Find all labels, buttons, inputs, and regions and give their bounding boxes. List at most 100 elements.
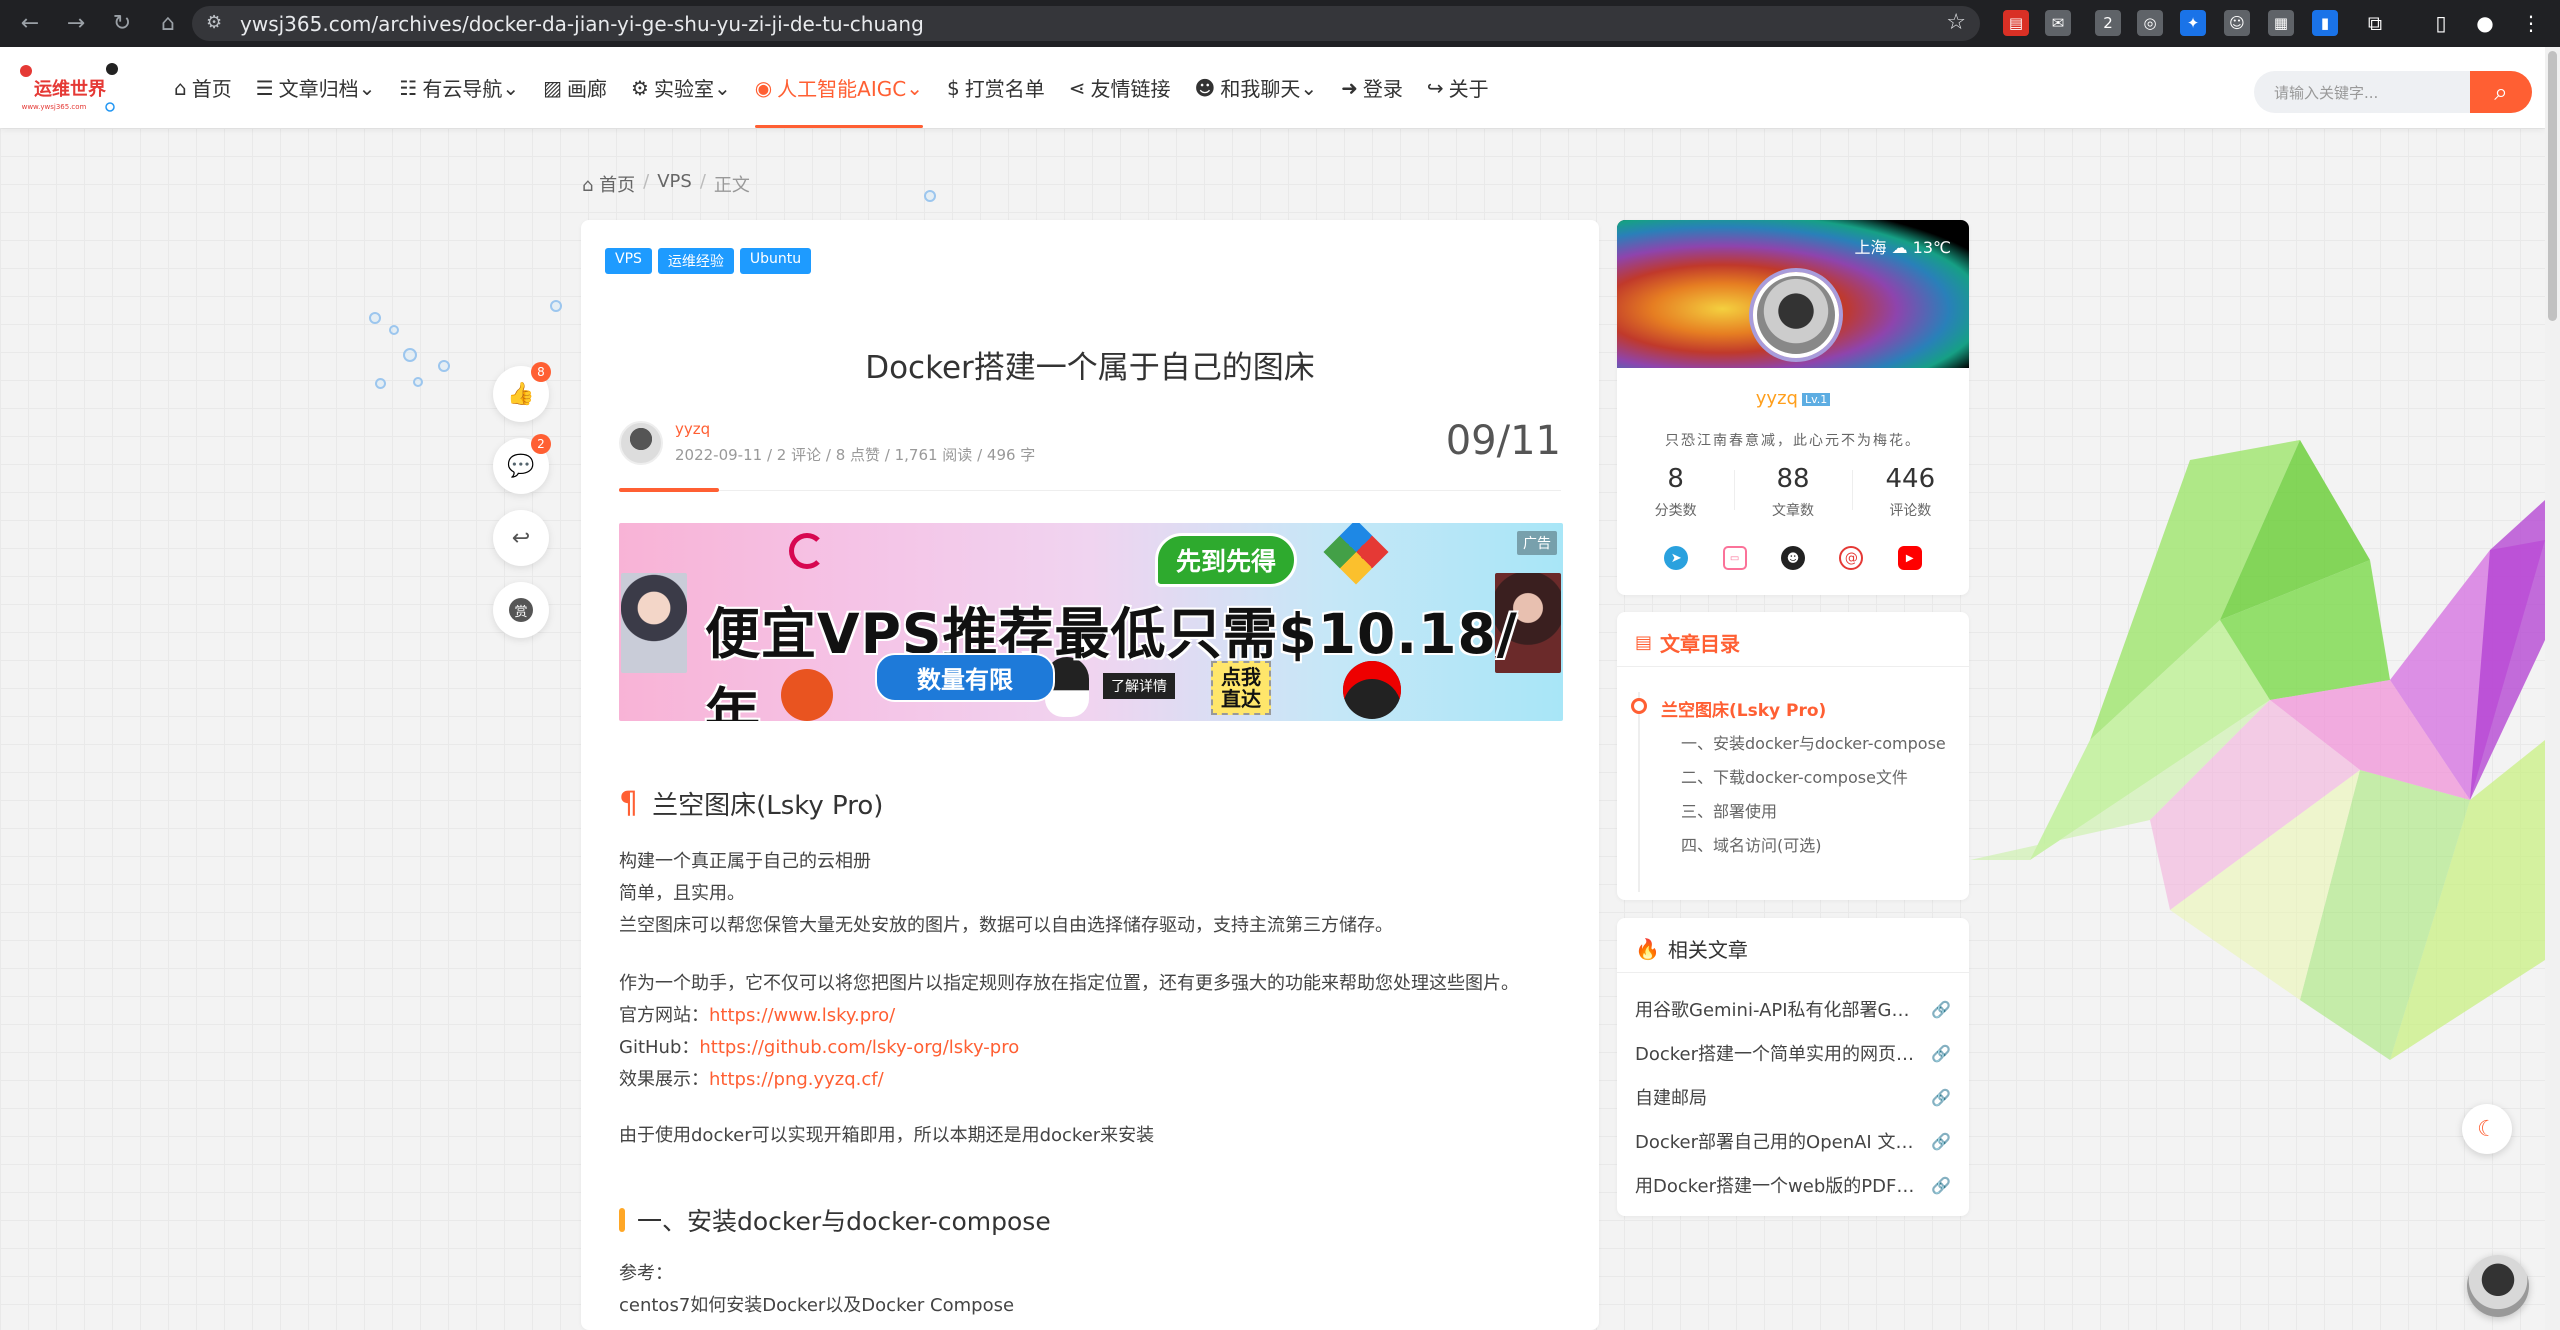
nav-archive[interactable]: ☰ 文章归档 ⌄: [244, 47, 388, 128]
publish-date-large: 09/11: [1445, 418, 1561, 464]
share-button[interactable]: ↩: [493, 510, 549, 566]
site-navbar: 运维世界 www.ywsj365.com ⌂ 首页 ☰ 文章归档 ⌄ ☷ 有云导航 ⌄ ▨…: [0, 47, 2545, 128]
divider: [619, 488, 1561, 492]
avatar[interactable]: [1753, 272, 1839, 358]
page-scrollbar[interactable]: [2545, 47, 2560, 1330]
banner-click-button[interactable]: 点我 直达: [1211, 661, 1271, 715]
like-count-badge: 8: [531, 362, 551, 382]
stat-comments[interactable]: 446 评论数: [1851, 464, 1969, 520]
article-card: VPS 运维经验 Ubuntu Docker搭建一个属于自己的图床 yyzq 2…: [581, 220, 1599, 1330]
bubble-decoration: [924, 190, 936, 202]
link-demo[interactable]: https://png.yyzq.cf/: [709, 1069, 884, 1090]
youtube-icon[interactable]: ▶: [1897, 546, 1922, 570]
nav-gallery[interactable]: ▨ 画廊: [531, 47, 619, 128]
sidebar-icon[interactable]: ▯: [2428, 10, 2454, 36]
tag-vps[interactable]: VPS: [605, 248, 652, 274]
nav-ai[interactable]: ◉ 人工智能AIGC ⌄: [743, 47, 935, 128]
menu-dots-icon[interactable]: ⋮: [2518, 10, 2544, 36]
extension-icon[interactable]: ✦: [2180, 10, 2206, 36]
extension-icon[interactable]: ▦: [2268, 10, 2294, 36]
list-item[interactable]: 自建邮局 🔗: [1635, 1084, 1951, 1110]
toc-item[interactable]: 四、域名访问(可选): [1681, 832, 1822, 856]
extension-icon[interactable]: ▮: [2312, 10, 2338, 36]
stat-categories[interactable]: 8 分类数: [1617, 464, 1734, 520]
main-nav: ⌂ 首页 ☰ 文章归档 ⌄ ☷ 有云导航 ⌄ ▨ 画廊 ⚙ 实验室 ⌄ ◉ 人工智能AIGC ⌄ $…: [162, 47, 1501, 128]
reward-button[interactable]: 赏: [493, 582, 549, 638]
tag-ops[interactable]: 运维经验: [657, 248, 734, 274]
nav-home[interactable]: ⌂ 首页: [162, 47, 244, 128]
like-button[interactable]: 👍 8: [493, 362, 551, 422]
link-icon: 🔗: [1931, 1175, 1951, 1195]
extension-icon[interactable]: ☺: [2224, 10, 2250, 36]
breadcrumb-category[interactable]: VPS: [657, 171, 692, 197]
profile-icon[interactable]: ●: [2472, 10, 2498, 36]
arrow-icon: ↪: [1426, 75, 1444, 100]
avatar[interactable]: [619, 420, 663, 465]
table-of-contents: ▤ 文章目录 兰空图床(Lsky Pro) 一、安装docker与docker-c…: [1617, 612, 1969, 900]
toc-title: ▤ 文章目录: [1635, 632, 1741, 656]
stat-posts[interactable]: 88 文章数: [1734, 464, 1851, 520]
breadcrumb-separator: /: [699, 171, 706, 192]
qq-icon[interactable]: ☻: [1780, 546, 1805, 570]
list-item[interactable]: 用谷歌Gemini-API私有化部署Gemini 🔗: [1635, 996, 1951, 1022]
nav-lab[interactable]: ⚙ 实验室 ⌄: [619, 47, 743, 128]
bookmark-star-icon[interactable]: ☆: [1946, 10, 1966, 35]
extension-icon[interactable]: 2: [2095, 10, 2121, 36]
list-item[interactable]: Docker搭建一个简单实用的网页导航 🔗: [1635, 1040, 1951, 1066]
forward-icon[interactable]: →: [56, 4, 96, 44]
share-arrow-icon: ↩: [511, 525, 531, 551]
site-info-icon[interactable]: ⚙: [206, 12, 222, 33]
list-item[interactable]: Docker部署自己用的OpenAI 文字转语音🔗: [1635, 1128, 1951, 1154]
link-github[interactable]: https://github.com/lsky-org/lsky-pro: [699, 1037, 1019, 1058]
profile-card: 上海 ☁ 13℃ yyzq Lv.1 只恐江南春意减，此心元不为梅花。 8 分类数 …: [1617, 220, 1969, 595]
tag-ubuntu[interactable]: Ubuntu: [739, 248, 812, 274]
list-item[interactable]: 用Docker搭建一个web版的PDF工具箱🔗: [1635, 1172, 1951, 1198]
scrollbar-thumb[interactable]: [2548, 51, 2557, 321]
divider: [1617, 972, 1969, 973]
breadcrumb-current: 正文: [713, 175, 750, 196]
nav-donate[interactable]: $ 打赏名单: [935, 47, 1057, 128]
breadcrumb-home[interactable]: ⌂ 首页: [582, 171, 635, 197]
puzzle-icon[interactable]: ⧉: [2362, 10, 2388, 36]
profile-motto: 只恐江南春意减，此心元不为梅花。: [1665, 433, 1921, 449]
toc-item-main[interactable]: 兰空图床(Lsky Pro): [1661, 696, 1826, 721]
bubble-decoration: [550, 300, 562, 312]
nav-about[interactable]: ↪ 关于: [1415, 47, 1501, 128]
toc-item[interactable]: 三、部署使用: [1681, 798, 1777, 822]
search-button[interactable]: ⌕: [2470, 71, 2532, 113]
comment-button[interactable]: 💬 2: [493, 434, 551, 494]
back-icon[interactable]: ←: [10, 4, 50, 44]
article-tags: VPS 运维经验 Ubuntu: [605, 248, 812, 274]
toc-item[interactable]: 一、安装docker与docker-compose: [1681, 730, 1946, 754]
comment-icon: 💬: [507, 453, 535, 479]
site-logo[interactable]: 运维世界 www.ywsj365.com: [18, 61, 122, 113]
breadcrumb-separator: /: [643, 171, 650, 192]
search-input[interactable]: 请输入关键字...: [2254, 71, 2484, 113]
nav-cloud[interactable]: ☷ 有云导航 ⌄: [387, 47, 531, 128]
paragraph: 由于使用docker可以实现开箱即用，所以本期还是用docker来安装: [619, 1125, 1155, 1146]
toc-item[interactable]: 二、下载docker-compose文件: [1681, 764, 1908, 788]
address-bar[interactable]: ⚙ ywsj365.com/archives/docker-da-jian-yi…: [192, 6, 1980, 41]
author-name[interactable]: yyzq: [675, 420, 1035, 438]
profile-name[interactable]: yyzq Lv.1: [1617, 388, 1969, 409]
bubble-decoration: [413, 377, 423, 387]
reference-link[interactable]: centos7如何安装Docker以及Docker Compose: [619, 1290, 1014, 1322]
email-icon[interactable]: @: [1839, 546, 1864, 570]
extension-icon[interactable]: ◎: [2137, 10, 2163, 36]
url-text: ywsj365.com/archives/docker-da-jian-yi-g…: [240, 11, 924, 36]
nav-links[interactable]: ⋖ 友情链接: [1057, 47, 1183, 128]
chat-avatar-button[interactable]: [2467, 1255, 2529, 1317]
flower-logo: [1323, 523, 1389, 585]
reload-icon[interactable]: ↻: [102, 4, 142, 44]
home-browser-icon[interactable]: ⌂: [148, 4, 188, 44]
extension-icon[interactable]: ✉: [2045, 10, 2071, 36]
nav-login[interactable]: ➜ 登录: [1329, 47, 1415, 128]
link-official-site[interactable]: https://www.lsky.pro/: [709, 1005, 895, 1026]
telegram-icon[interactable]: ➤: [1664, 546, 1689, 570]
bilibili-icon[interactable]: ▭: [1722, 546, 1747, 570]
extension-icon[interactable]: ▤: [2003, 10, 2029, 36]
ad-banner[interactable]: 广告 先到先得 便宜VPS推荐最低只需$10.18/年 数量有限 了解详情 点我…: [619, 523, 1563, 721]
dark-mode-toggle[interactable]: ☾: [2462, 1104, 2512, 1154]
heading-bar: [619, 1208, 625, 1232]
nav-chat[interactable]: ☻ 和我聊天 ⌄: [1182, 47, 1329, 128]
